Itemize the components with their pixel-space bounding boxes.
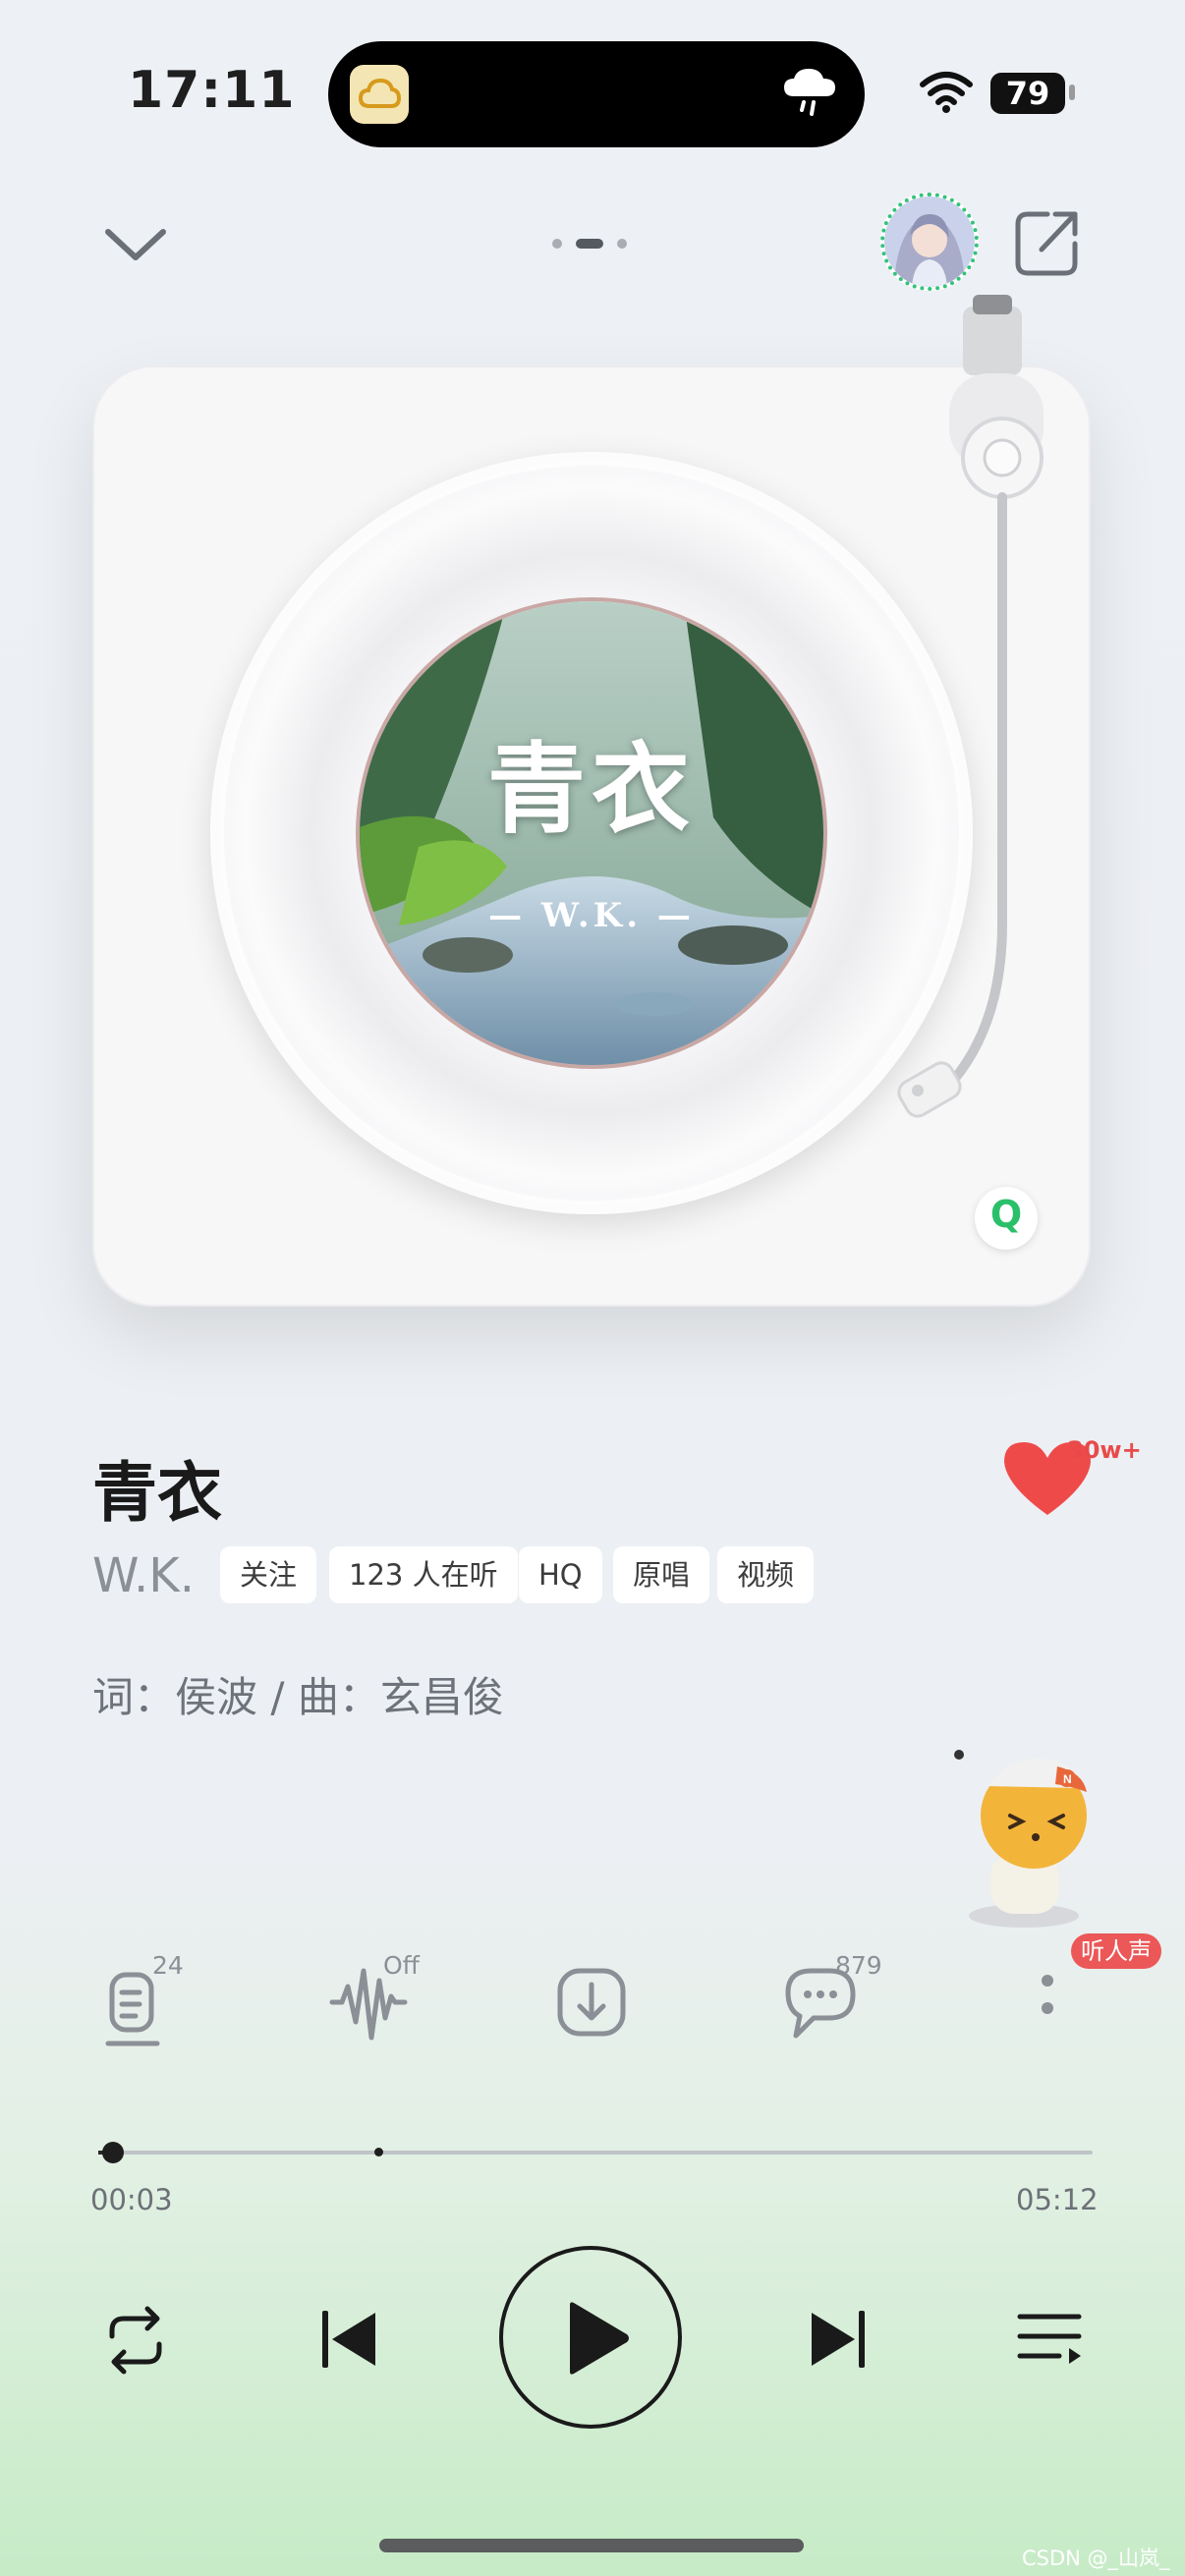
page-dot-active bbox=[576, 239, 603, 249]
sound-effect-state: Off bbox=[383, 1951, 420, 1980]
original-tag[interactable]: 原唱 bbox=[613, 1546, 710, 1603]
battery-level: 79 bbox=[1005, 75, 1050, 112]
playlist-icon[interactable] bbox=[1016, 2309, 1085, 2368]
watermark-text: CSDN @_山岚_ bbox=[1022, 2547, 1170, 2570]
home-indicator[interactable] bbox=[379, 2539, 804, 2552]
user-avatar[interactable] bbox=[880, 193, 979, 291]
comment-count: 879 bbox=[835, 1951, 882, 1980]
follow-tag[interactable]: 关注 bbox=[220, 1546, 317, 1603]
svg-text:N: N bbox=[1063, 1772, 1072, 1786]
q-logo-badge: Q bbox=[975, 1187, 1038, 1250]
page-dot bbox=[617, 239, 627, 249]
cover-artist-text: — W.K. — bbox=[488, 896, 695, 935]
tonearm[interactable] bbox=[865, 295, 1061, 1159]
wifi-icon bbox=[920, 72, 973, 113]
progress-track[interactable] bbox=[98, 2151, 1093, 2155]
play-icon bbox=[570, 2302, 629, 2375]
song-title: 青衣 bbox=[92, 1455, 222, 1531]
share-icon[interactable] bbox=[1012, 206, 1083, 279]
next-track-icon[interactable] bbox=[806, 2307, 871, 2372]
listeners-tag[interactable]: 123 人在听 bbox=[329, 1546, 518, 1603]
battery-tip bbox=[1069, 84, 1075, 100]
hq-tag[interactable]: HQ bbox=[519, 1546, 602, 1603]
page-indicator[interactable] bbox=[552, 237, 631, 249]
lyrics-count: 24 bbox=[152, 1951, 184, 1980]
battery-icon: 79 bbox=[990, 73, 1065, 114]
video-tag[interactable]: 视频 bbox=[717, 1546, 815, 1603]
total-time: 05:12 bbox=[1016, 2183, 1099, 2216]
collapse-chevron-down-icon[interactable] bbox=[96, 214, 175, 273]
more-options-icon[interactable] bbox=[1000, 1953, 1099, 2051]
cover-title-text: 青衣 bbox=[487, 731, 696, 847]
current-time: 00:03 bbox=[90, 2183, 173, 2216]
repeat-icon[interactable] bbox=[94, 2303, 177, 2378]
progress-marker bbox=[374, 2148, 383, 2156]
previous-track-icon[interactable] bbox=[316, 2307, 381, 2372]
dynamic-island bbox=[328, 41, 865, 147]
rain-cloud-icon bbox=[784, 69, 835, 116]
album-cover: 青衣 — W.K. — bbox=[360, 601, 823, 1065]
progress-knob[interactable] bbox=[102, 2142, 125, 2163]
song-credits: 词：侯波 / 曲：玄昌俊 bbox=[92, 1673, 504, 1721]
download-icon[interactable] bbox=[542, 1953, 641, 2051]
cat-mascot[interactable]: N bbox=[949, 1737, 1126, 1933]
play-button[interactable] bbox=[499, 2246, 682, 2429]
page-dot bbox=[552, 239, 562, 249]
cloud-app-icon bbox=[350, 65, 409, 124]
like-count: 30w+ bbox=[1067, 1436, 1142, 1464]
status-time: 17:11 bbox=[128, 61, 296, 120]
artist-name[interactable]: W.K. bbox=[92, 1548, 195, 1603]
